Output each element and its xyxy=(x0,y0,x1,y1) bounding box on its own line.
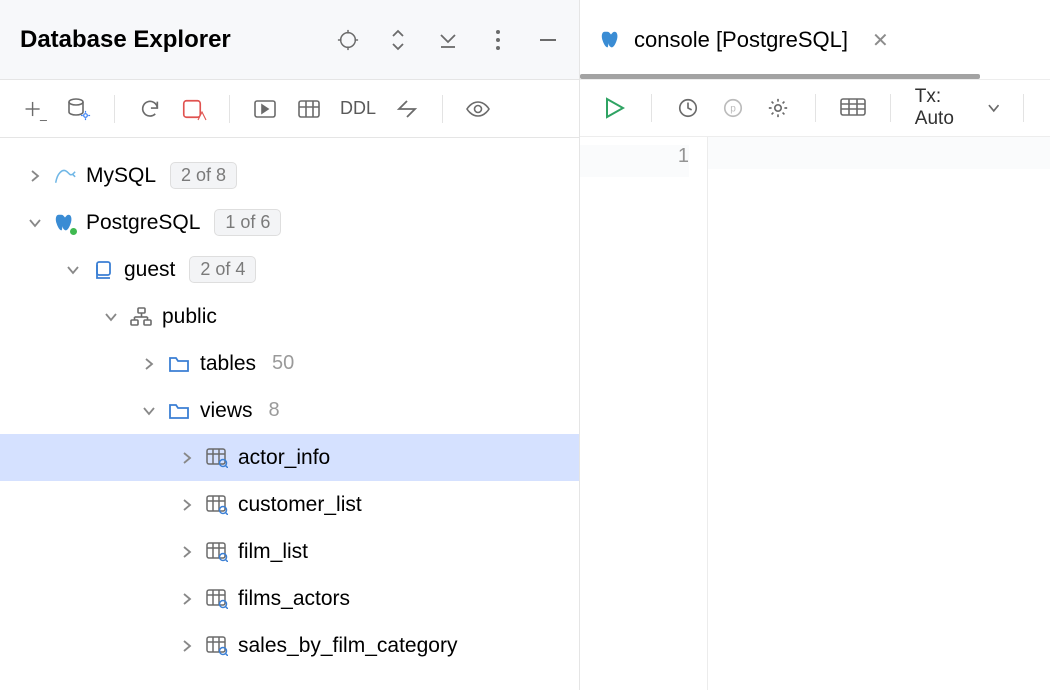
chevron-down-icon[interactable] xyxy=(102,308,120,326)
chevron-right-icon[interactable] xyxy=(178,449,196,467)
chevron-right-icon[interactable] xyxy=(178,496,196,514)
view-icon xyxy=(206,541,228,563)
editor-gutter: 1 xyxy=(580,137,708,690)
expand-collapse-icon[interactable] xyxy=(387,29,409,51)
chevron-right-icon[interactable] xyxy=(178,637,196,655)
editor-body[interactable] xyxy=(708,137,1050,690)
tab-label: console [PostgreSQL] xyxy=(634,27,848,53)
tree-node-views[interactable]: views 8 xyxy=(0,387,579,434)
node-label: guest xyxy=(124,258,175,282)
node-badge: 2 of 8 xyxy=(170,162,237,189)
svg-text:p: p xyxy=(731,104,737,115)
chevron-down-icon[interactable] xyxy=(64,261,82,279)
gutter-line-number: 1 xyxy=(580,145,689,177)
view-options-icon[interactable] xyxy=(465,96,491,122)
separator xyxy=(651,94,652,122)
postgresql-icon xyxy=(54,212,76,234)
editor-tab[interactable]: console [PostgreSQL] ✕ xyxy=(600,6,889,74)
chevron-right-icon[interactable] xyxy=(140,355,158,373)
tree-node-view[interactable]: actor_info xyxy=(0,434,579,481)
tree-node-view[interactable]: film_list xyxy=(0,528,579,575)
editor-line[interactable] xyxy=(708,137,1050,169)
ddl-button[interactable]: DDL xyxy=(340,98,376,119)
console-icon[interactable] xyxy=(252,96,278,122)
database-tree: MySQL 2 of 8 PostgreSQL 1 of 6 guest 2 o… xyxy=(0,138,579,690)
separator xyxy=(815,94,816,122)
editor-toolbar: p Tx: Auto xyxy=(580,79,1050,137)
chevron-right-icon[interactable] xyxy=(178,543,196,561)
node-label: film_list xyxy=(238,540,308,564)
tree-node-schema-public[interactable]: public xyxy=(0,293,579,340)
database-icon xyxy=(92,259,114,281)
sql-editor[interactable]: 1 xyxy=(580,137,1050,690)
editor-tabbar: console [PostgreSQL] ✕ xyxy=(580,0,1050,80)
tree-node-database-guest[interactable]: guest 2 of 4 xyxy=(0,246,579,293)
separator xyxy=(442,95,443,123)
close-icon[interactable]: ✕ xyxy=(872,28,889,53)
panel-header: Database Explorer xyxy=(0,0,579,80)
node-count: 50 xyxy=(272,352,294,375)
separator xyxy=(1023,94,1024,122)
folder-icon xyxy=(168,400,190,422)
tree-node-tables[interactable]: tables 50 xyxy=(0,340,579,387)
separator xyxy=(229,95,230,123)
node-count: 8 xyxy=(269,399,280,422)
chevron-down-icon[interactable] xyxy=(140,402,158,420)
node-label: sales_by_film_category xyxy=(238,634,457,658)
stop-icon[interactable] xyxy=(181,96,207,122)
datasource-properties-icon[interactable] xyxy=(66,96,92,122)
node-label: MySQL xyxy=(86,164,156,188)
output-grid-icon[interactable] xyxy=(840,95,866,121)
tree-node-mysql[interactable]: MySQL 2 of 8 xyxy=(0,152,579,199)
node-label: tables xyxy=(200,352,256,376)
target-icon[interactable] xyxy=(337,29,359,51)
separator xyxy=(890,94,891,122)
tree-node-view[interactable]: sales_by_film_category xyxy=(0,622,579,669)
view-icon xyxy=(206,635,228,657)
separator xyxy=(114,95,115,123)
db-toolbar: DDL xyxy=(0,80,579,138)
folder-icon xyxy=(168,353,190,375)
add-icon[interactable] xyxy=(22,96,48,122)
node-label: views xyxy=(200,399,253,423)
more-icon[interactable] xyxy=(487,29,509,51)
view-icon xyxy=(206,494,228,516)
node-label: PostgreSQL xyxy=(86,211,200,235)
node-badge: 1 of 6 xyxy=(214,209,281,236)
node-label: films_actors xyxy=(238,587,350,611)
hide-icon[interactable] xyxy=(437,29,459,51)
settings-icon[interactable] xyxy=(766,95,791,121)
schema-icon xyxy=(130,306,152,328)
panel-title: Database Explorer xyxy=(20,26,337,54)
view-icon xyxy=(206,588,228,610)
mysql-icon xyxy=(54,165,76,187)
tx-mode-dropdown[interactable]: Tx: Auto xyxy=(915,86,999,130)
node-badge: 2 of 4 xyxy=(189,256,256,283)
minimize-icon[interactable] xyxy=(537,29,559,51)
history-icon[interactable] xyxy=(676,95,701,121)
refresh-icon[interactable] xyxy=(137,96,163,122)
table-icon[interactable] xyxy=(296,96,322,122)
node-label: public xyxy=(162,305,217,329)
explain-plan-icon[interactable]: p xyxy=(721,95,746,121)
chevron-down-icon[interactable] xyxy=(26,214,44,232)
navigate-icon[interactable] xyxy=(394,96,420,122)
tree-node-view[interactable]: films_actors xyxy=(0,575,579,622)
node-label: actor_info xyxy=(238,446,330,470)
node-label: customer_list xyxy=(238,493,362,517)
run-icon[interactable] xyxy=(602,95,627,121)
tree-node-postgresql[interactable]: PostgreSQL 1 of 6 xyxy=(0,199,579,246)
postgresql-icon xyxy=(600,29,622,51)
tx-mode-label: Tx: Auto xyxy=(915,86,982,130)
chevron-right-icon[interactable] xyxy=(26,167,44,185)
tree-node-view[interactable]: customer_list xyxy=(0,481,579,528)
view-icon xyxy=(206,447,228,469)
chevron-right-icon[interactable] xyxy=(178,590,196,608)
